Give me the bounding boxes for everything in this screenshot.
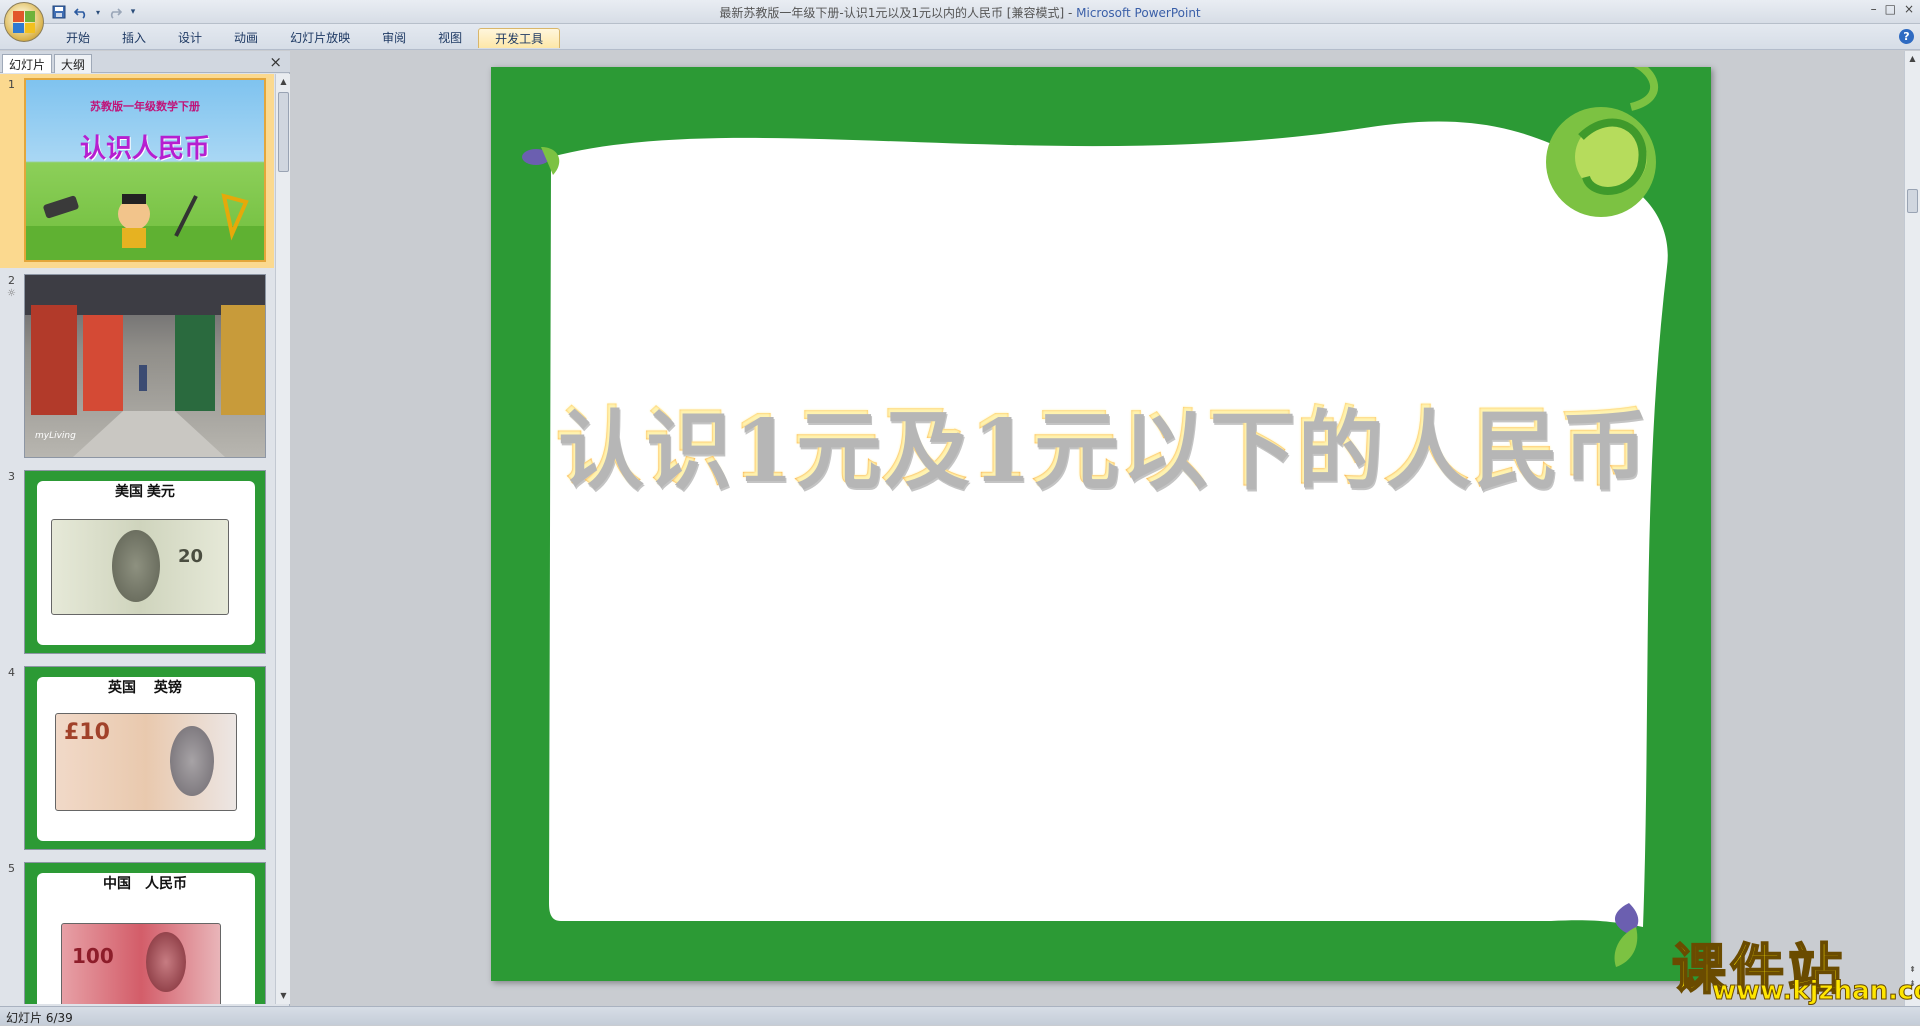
slide-number: 3 — [8, 470, 15, 483]
window-title: 最新苏教版一年级下册-认识1元以及1元以内的人民币 [兼容模式] - Micro… — [0, 4, 1920, 21]
maximize-button[interactable]: □ — [1885, 2, 1896, 16]
panel-tabs: 幻灯片 大纲 × — [0, 51, 290, 73]
thumbnail-image: 苏教版一年级数学下册 认识人民币 — [24, 78, 266, 262]
close-panel-button[interactable]: × — [269, 53, 282, 71]
photo-caption: myLiving — [35, 431, 76, 441]
tab-slides[interactable]: 幻灯片 — [2, 54, 53, 73]
thumbnail-slide-3[interactable]: 3 美国 美元 20 — [0, 466, 274, 660]
title-bar: ▾ ▾ 最新苏教版一年级下册-认识1元以及1元以内的人民币 [兼容模式] - M… — [0, 0, 1920, 24]
tab-design[interactable]: 设计 — [162, 28, 218, 48]
rmb-bill-icon: 100 — [61, 923, 221, 1004]
watermark-url: www.kjzhan.com — [1711, 976, 1920, 1007]
ribbon-tabs: 开始 插入 设计 动画 幻灯片放映 审阅 视图 开发工具 — [50, 28, 561, 48]
uk-pound-bill-icon: £10 — [55, 713, 237, 811]
thumbnail-slide-1[interactable]: 1 苏教版一年级数学下册 认识人民币 — [0, 74, 274, 268]
slide-number: 1 — [8, 78, 15, 91]
status-bar: 幻灯片 6/39 — [0, 1006, 1920, 1025]
tab-developer[interactable]: 开发工具 — [478, 28, 561, 48]
tab-insert[interactable]: 插入 — [106, 28, 162, 48]
help-icon[interactable]: ? — [1899, 29, 1914, 44]
thumbnail-image: myLiving — [24, 274, 266, 458]
office-logo-icon — [13, 11, 35, 33]
thumbnail-scrollbar[interactable]: ▲ ▼ — [275, 74, 290, 1004]
app-name: Microsoft PowerPoint — [1076, 6, 1201, 20]
slide-scrollbar[interactable]: ▲ ⇞ ⇟ — [1904, 51, 1920, 1006]
animation-icon: ☼ — [7, 288, 16, 299]
tab-home[interactable]: 开始 — [50, 28, 106, 48]
prev-slide-icon[interactable]: ⇞ — [1907, 964, 1918, 976]
slide-counter: 幻灯片 6/39 — [6, 1011, 73, 1025]
tab-outline[interactable]: 大纲 — [54, 54, 93, 73]
scroll-thumb[interactable] — [1907, 189, 1918, 213]
thumb-subtitle: 苏教版一年级数学下册 — [90, 100, 200, 113]
scroll-thumb[interactable] — [278, 92, 289, 172]
thumbnail-slide-2[interactable]: 2 ☼ myLiving — [0, 270, 274, 464]
tab-slideshow[interactable]: 幻灯片放映 — [274, 28, 366, 48]
minimize-button[interactable]: – — [1871, 2, 1877, 16]
tab-animations[interactable]: 动画 — [218, 28, 274, 48]
window-controls: – □ × — [1871, 2, 1914, 16]
thumbnail-image: 英国 英镑 £10 — [24, 666, 266, 850]
thumb-label: 美国 美元 — [115, 483, 175, 499]
scroll-up-arrow-icon[interactable]: ▲ — [1907, 53, 1918, 65]
ribbon: 开始 插入 设计 动画 幻灯片放映 审阅 视图 开发工具 ? — [0, 24, 1920, 50]
supermarket-photo-icon — [25, 275, 265, 457]
thumb-label: 中国 人民币 — [103, 875, 187, 891]
thumbnail-image: 中国 人民币 100 — [24, 862, 266, 1004]
slide-number: 5 — [8, 862, 15, 875]
scroll-frame-icon — [522, 67, 1668, 967]
document-title: 最新苏教版一年级下册-认识1元以及1元以内的人民币 [兼容模式] — [719, 6, 1065, 20]
scroll-down-arrow-icon[interactable]: ▼ — [278, 990, 289, 1002]
thumb-title: 认识人民币 — [79, 134, 210, 164]
thumbnail-image: 美国 美元 20 — [24, 470, 266, 654]
slides-panel: 幻灯片 大纲 × 1 苏教版一年级数学下册 认识人民币 2 ☼ myLiving… — [0, 51, 290, 1006]
slide-number: 4 — [8, 666, 15, 679]
close-window-button[interactable]: × — [1904, 2, 1914, 16]
slide-canvas[interactable]: 认识1元及1元以下的人民币 认识1元及1元以下的人民币 — [491, 67, 1711, 981]
thumbnail-slide-5[interactable]: 5 中国 人民币 100 — [0, 858, 274, 1004]
tab-review[interactable]: 审阅 — [366, 28, 422, 48]
title-separator: - — [1064, 6, 1077, 20]
slide-number: 2 — [8, 274, 15, 287]
tab-view[interactable]: 视图 — [422, 28, 478, 48]
scroll-up-arrow-icon[interactable]: ▲ — [278, 76, 289, 88]
us-dollar-bill-icon: 20 — [51, 519, 229, 615]
slide-title[interactable]: 认识1元及1元以下的人民币 — [491, 377, 1711, 502]
thumb-label: 英国 英镑 — [108, 679, 182, 695]
office-button[interactable] — [4, 2, 44, 42]
thumbnail-slide-4[interactable]: 4 英国 英镑 £10 — [0, 662, 274, 856]
thumbnail-list: 1 苏教版一年级数学下册 认识人民币 2 ☼ myLiving 3 美国 美元 … — [0, 74, 274, 1004]
watermark-logo: 课件站 www.kjzhan.com — [1668, 925, 1920, 1007]
school-scene-icon — [26, 193, 264, 260]
